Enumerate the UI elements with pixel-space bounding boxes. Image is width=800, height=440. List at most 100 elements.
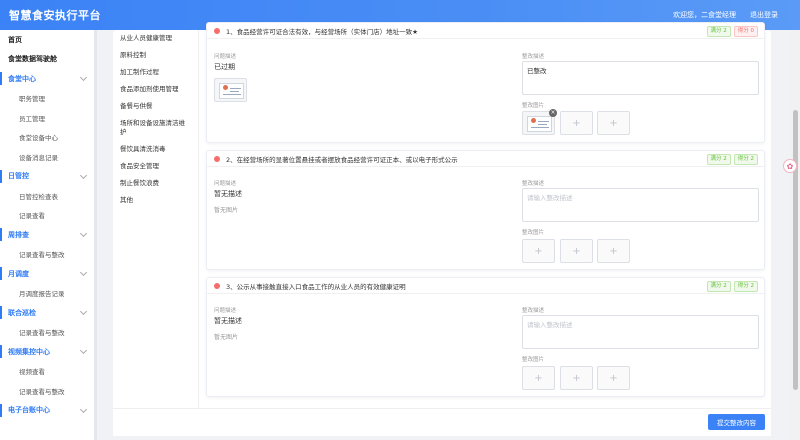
fix-image-label: 整改图片	[522, 357, 545, 363]
sidebar-item-label: 日管控检查表	[19, 192, 58, 201]
welcome-text: 欢迎您，二食堂经理	[673, 11, 736, 19]
sidebar-item[interactable]: 职务管理	[0, 89, 95, 109]
category-item[interactable]: 其他	[113, 192, 198, 209]
sidebar-item-label: 记录查看	[19, 212, 45, 221]
sidebar-scrollbar[interactable]	[94, 30, 97, 440]
plus-icon[interactable]: +	[522, 239, 555, 263]
category-item[interactable]: 餐饮具清洗消毒	[113, 141, 198, 158]
problem-image-thumb[interactable]	[214, 78, 247, 102]
sidebar-item[interactable]: 记录查看	[0, 206, 95, 226]
chevron-down-icon	[79, 171, 88, 179]
plus-icon[interactable]: +	[597, 239, 630, 263]
sidebar-item-label: 视频集控中心	[8, 347, 50, 356]
sidebar-item-label: 食堂设备中心	[19, 134, 58, 143]
sidebar-item[interactable]: 月调度	[0, 264, 95, 284]
sidebar-item[interactable]: 员工管理	[0, 108, 95, 128]
sidebar-item[interactable]: 周排查	[0, 225, 95, 245]
logout-link[interactable]: 退出登录	[750, 10, 778, 20]
sidebar-item-label: 记录查看与整改	[19, 251, 65, 260]
sidebar-item[interactable]: 食堂设备中心	[0, 128, 95, 148]
full-score-badge: 满分 2	[706, 154, 731, 165]
plus-icon[interactable]: +	[597, 111, 630, 135]
score-badge: 得分 0	[733, 26, 758, 37]
full-score-badge: 满分 2	[706, 26, 731, 37]
sidebar-item-label: 设备消息记录	[19, 153, 58, 162]
sidebar-item[interactable]: 食堂中心	[0, 69, 95, 89]
sidebar-item-label: 记录查看与整改	[19, 329, 65, 338]
inspection-card-1: 1、食品经营许可证合法有效，与经营场所（实体门店）地址一致★ 满分 2 得分 0…	[206, 22, 765, 143]
sidebar-item-label: 周排查	[8, 230, 29, 239]
fix-label: 整改描述	[522, 181, 545, 187]
assistant-icon[interactable]: ✿	[783, 159, 797, 173]
sidebar-item-label: 联合巡检	[8, 308, 36, 317]
footer-bar	[113, 408, 771, 436]
fix-description-input[interactable]: 请输入整改描述	[522, 188, 759, 222]
problem-label: 问题描述	[214, 54, 237, 60]
status-dot	[214, 282, 220, 289]
sidebar-item[interactable]: 食堂数据驾驶舱	[0, 50, 95, 70]
category-item[interactable]: 食品添加剂使用管理	[113, 81, 198, 98]
category-item[interactable]: 制止餐饮浪费	[113, 175, 198, 192]
inspection-card-3: 3、公示从事接触直接入口食品工作的从业人员的有效健康证明 满分 2 得分 2 问…	[206, 277, 765, 397]
plus-icon[interactable]: +	[522, 366, 555, 390]
sidebar-item-label: 月调度	[8, 269, 29, 278]
category-item[interactable]: 加工制作过程	[113, 64, 198, 81]
sidebar-item[interactable]: 记录查看与整改	[0, 323, 95, 343]
sidebar-item[interactable]: 记录查看与整改	[0, 381, 95, 401]
sidebar-item[interactable]: 电子台账中心	[0, 401, 95, 421]
sidebar-item-label: 电子台账中心	[8, 406, 50, 415]
sidebar-item[interactable]: 视频查看	[0, 362, 95, 382]
sidebar-item-label: 日管控	[8, 172, 29, 181]
problem-label: 问题描述	[214, 181, 237, 187]
problem-value: 暂无描述	[214, 190, 242, 198]
fix-image-label: 整改图片	[522, 103, 545, 109]
fix-description-input[interactable]: 已整改	[522, 61, 759, 95]
close-icon[interactable]: ×	[549, 109, 557, 117]
sidebar-item-label: 食堂中心	[8, 74, 36, 83]
sidebar-item[interactable]: 联合巡检	[0, 303, 95, 323]
category-menu: 从业人员健康管理 原料控制 加工制作过程 食品添加剂使用管理 备餐与供餐 场所和设备设施清…	[113, 30, 199, 410]
plus-icon[interactable]: +	[560, 239, 593, 263]
category-item[interactable]: 备餐与供餐	[113, 98, 198, 115]
problem-label: 问题描述	[214, 308, 237, 314]
sidebar-item[interactable]: 月调度报告记录	[0, 284, 95, 304]
sidebar-item[interactable]: 设备消息记录	[0, 147, 95, 167]
fix-description-input[interactable]: 请输入整改描述	[522, 315, 759, 349]
sidebar-item[interactable]: 首页	[0, 30, 95, 50]
sidebar-item-label: 食堂数据驾驶舱	[8, 55, 57, 64]
score-badge: 得分 2	[733, 154, 758, 165]
category-item[interactable]: 食品安全管理	[113, 158, 198, 175]
problem-image-empty: 暂无图片	[214, 207, 239, 214]
sidebar-nav: 首页食堂数据驾驶舱 食堂中心职务管理员工管理食堂设备中心 设备消息记录日管控日管控检…	[0, 30, 95, 440]
status-dot	[214, 27, 220, 34]
category-item[interactable]: 原料控制	[113, 47, 198, 64]
main-scrollbar[interactable]	[791, 30, 800, 440]
card-header: 2、在经营场所的显著位置悬挂或者摆放食品经营许可证正本、或以电子形式公示 满分 …	[207, 151, 764, 167]
problem-value: 已过期	[214, 63, 235, 71]
plus-icon[interactable]: +	[560, 366, 593, 390]
chevron-down-icon	[79, 73, 88, 82]
inspection-card-2: 2、在经营场所的显著位置悬挂或者摆放食品经营许可证正本、或以电子形式公示 满分 …	[206, 150, 765, 270]
card-header: 3、公示从事接触直接入口食品工作的从业人员的有效健康证明 满分 2 得分 2	[207, 278, 764, 294]
sidebar-item[interactable]: 视频集控中心	[0, 342, 95, 362]
sidebar-item[interactable]: 记录查看与整改	[0, 245, 95, 265]
problem-image-empty: 暂无图片	[214, 334, 239, 341]
question-text: 3、公示从事接触直接入口食品工作的从业人员的有效健康证明	[226, 282, 406, 291]
status-dot	[214, 155, 220, 162]
plus-icon[interactable]: +	[597, 366, 630, 390]
category-item[interactable]: 从业人员健康管理	[113, 30, 198, 47]
sidebar-item-label: 职务管理	[19, 95, 45, 104]
app-title: 智慧食安执行平台	[9, 9, 101, 22]
card-header: 1、食品经营许可证合法有效，与经营场所（实体门店）地址一致★ 满分 2 得分 0	[207, 23, 764, 39]
submit-fix-button[interactable]: 提交整改内容	[708, 414, 765, 430]
plus-icon[interactable]: +	[560, 111, 593, 135]
score-badge: 得分 2	[733, 281, 758, 292]
fix-image-label: 整改图片	[522, 230, 545, 236]
sidebar-item[interactable]: 日管控检查表	[0, 186, 95, 206]
chevron-down-icon	[79, 229, 88, 238]
sidebar-item[interactable]: 日管控	[0, 167, 95, 187]
chevron-down-icon	[79, 405, 88, 413]
chevron-down-icon	[79, 346, 88, 355]
category-item[interactable]: 场所和设备设施清洁维护	[113, 115, 198, 141]
sidebar-item-label: 月调度报告记录	[19, 290, 65, 299]
